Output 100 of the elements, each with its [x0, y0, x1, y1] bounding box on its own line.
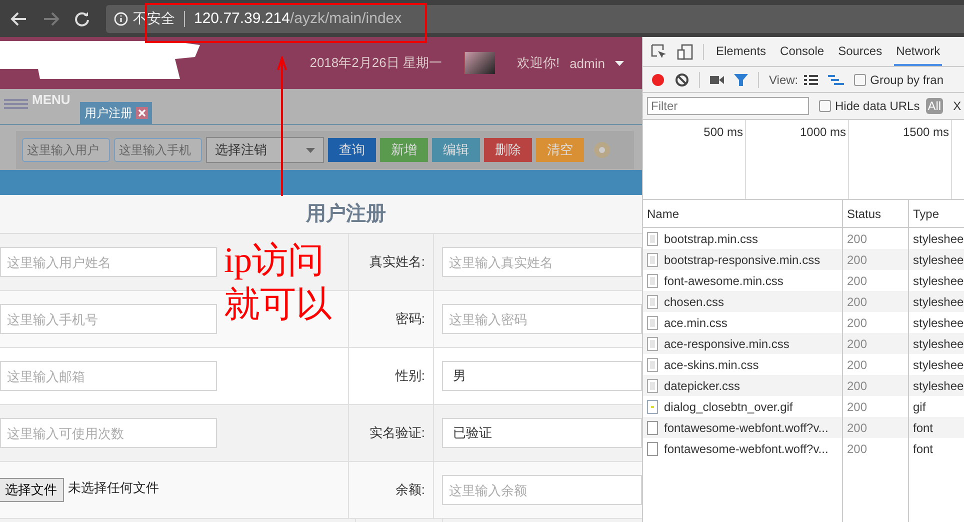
clear-icon[interactable] — [675, 72, 689, 86]
search-field[interactable]: 这里输入手机 — [114, 138, 202, 162]
type-cell-text: font — [912, 420, 934, 436]
form-title: 用户注册 — [0, 195, 642, 234]
blank-file-icon — [647, 442, 658, 456]
type-cell-text: font — [912, 440, 934, 458]
address-bar[interactable]: 不安全 120.77.39.214/ayzk/main/index — [106, 4, 964, 32]
type-cell-text: styleshee — [912, 294, 964, 310]
xhr-filter-button[interactable]: X — [953, 99, 962, 113]
reload-icon[interactable] — [74, 10, 90, 26]
input-field[interactable]: 这里输入余额 — [442, 475, 642, 505]
menu-label: MENU — [32, 92, 70, 106]
group-by-label: Group by fran — [870, 72, 944, 86]
request-name[interactable]: font-awesome.min.css — [664, 274, 784, 288]
devtools-tab[interactable]: Sources — [836, 37, 884, 66]
filter-icon[interactable] — [734, 74, 748, 86]
input-field[interactable]: 这里输入密码 — [442, 304, 642, 334]
request-name[interactable]: bootstrap-responsive.min.css — [664, 252, 820, 266]
waterfall-icon[interactable] — [828, 74, 844, 84]
device-icon[interactable] — [677, 44, 693, 60]
checkbox[interactable] — [819, 100, 831, 112]
date-text: 2018年2月26日 星期一 — [310, 54, 442, 72]
type-cell-text: styleshee — [912, 356, 964, 374]
type-cell-text: gif — [912, 398, 927, 416]
request-name[interactable]: ace-skins.min.css — [664, 358, 759, 372]
status-cell: 200 — [843, 333, 909, 354]
file-icon — [647, 358, 658, 372]
value-field[interactable]: 男 — [442, 361, 642, 391]
status-cell: 200 — [843, 249, 909, 270]
caret-icon — [306, 148, 315, 152]
blank-file-icon — [647, 420, 658, 434]
status-cell: 200 — [843, 417, 909, 438]
status-select[interactable]: 选择注销 — [206, 137, 324, 163]
url-text: 120.77.39.214/ayzk/main/index — [194, 10, 402, 27]
request-name[interactable]: dialog_closebtn_over.gif — [664, 400, 793, 414]
search-field[interactable]: 这里输入用户 — [22, 138, 110, 162]
status-cell: 200 — [843, 438, 909, 459]
column-header[interactable]: Status — [843, 200, 909, 227]
request-name[interactable]: bootstrap.min.css — [664, 232, 758, 246]
request-name[interactable]: fontawesome-webfont.woff?v... — [664, 420, 828, 434]
request-name[interactable]: datepicker.css — [664, 378, 740, 392]
input-field[interactable]: 这里输入可使用次数 — [0, 418, 217, 448]
checkbox[interactable] — [854, 74, 866, 86]
field-label: 密码: — [395, 310, 425, 328]
page-tab[interactable]: 用户注册 — [80, 102, 152, 124]
input-field[interactable]: 这里输入真实姓名 — [442, 247, 642, 277]
column-header[interactable]: Name — [643, 200, 843, 227]
status-cell: 200 — [843, 375, 909, 396]
choose-file-button[interactable]: 选择文件 — [0, 478, 64, 502]
request-name[interactable]: fontawesome-webfont.woff?v... — [664, 442, 828, 456]
devtools-tab[interactable]: Console — [778, 37, 826, 66]
field-label: 真实姓名: — [369, 253, 425, 271]
field-label: 性别: — [395, 367, 425, 385]
annotation-text: ip访问就可以 — [224, 239, 333, 326]
view-label: View: — [769, 72, 798, 86]
type-cell-text: styleshee — [912, 314, 964, 332]
forward-icon[interactable] — [42, 10, 60, 26]
column-header[interactable]: Type — [909, 200, 964, 227]
user-menu[interactable]: admin — [570, 56, 605, 70]
security-label: 不安全 — [133, 10, 175, 28]
timeline-tick: 1500 ms — [849, 120, 952, 199]
input-field[interactable]: 这里输入用户姓名 — [0, 247, 217, 277]
file-icon — [647, 378, 658, 392]
devtools-tab[interactable]: Elements — [714, 37, 768, 66]
menu-icon — [4, 99, 28, 109]
type-cell-text: styleshee — [912, 272, 964, 290]
toolbar-button[interactable]: 删除 — [484, 138, 532, 162]
field-label: 实名验证: — [369, 424, 425, 442]
file-icon — [647, 336, 658, 350]
close-icon[interactable] — [136, 107, 148, 119]
info-icon — [114, 12, 128, 26]
request-name[interactable]: ace.min.css — [664, 316, 728, 330]
image-file-icon — [647, 400, 658, 414]
timeline-tick: 1000 ms — [746, 120, 849, 199]
greeting-text: 欢迎你! — [516, 54, 560, 72]
type-cell-text: styleshee — [912, 252, 964, 268]
list-view-icon[interactable] — [804, 74, 818, 84]
back-icon[interactable] — [10, 10, 28, 26]
file-icon — [647, 232, 658, 246]
input-field[interactable]: 这里输入手机号 — [0, 304, 217, 334]
file-icon — [647, 316, 658, 330]
file-icon — [647, 274, 658, 288]
type-cell-text: styleshee — [912, 230, 964, 248]
caret-icon — [615, 60, 624, 66]
timeline-tick: 500 ms — [643, 120, 746, 199]
file-icon — [647, 294, 658, 308]
camera-icon[interactable] — [710, 74, 724, 84]
filter-field[interactable]: Filter — [647, 97, 809, 115]
input-field[interactable]: 这里输入邮箱 — [0, 361, 217, 391]
toolbar-button[interactable]: 查询 — [328, 138, 376, 162]
request-name[interactable]: chosen.css — [664, 294, 724, 308]
record-icon[interactable] — [651, 72, 665, 86]
status-cell: 200 — [843, 291, 909, 312]
type-cell-text: styleshee — [912, 378, 964, 394]
hide-data-urls-label: Hide data URLs — [835, 99, 920, 113]
field-label: 余额: — [395, 481, 425, 499]
inspect-icon[interactable] — [651, 44, 667, 60]
file-status-text: 未选择任何文件 — [68, 479, 159, 497]
value-field[interactable]: 已验证 — [442, 418, 642, 448]
request-name[interactable]: ace-responsive.min.css — [664, 336, 790, 350]
